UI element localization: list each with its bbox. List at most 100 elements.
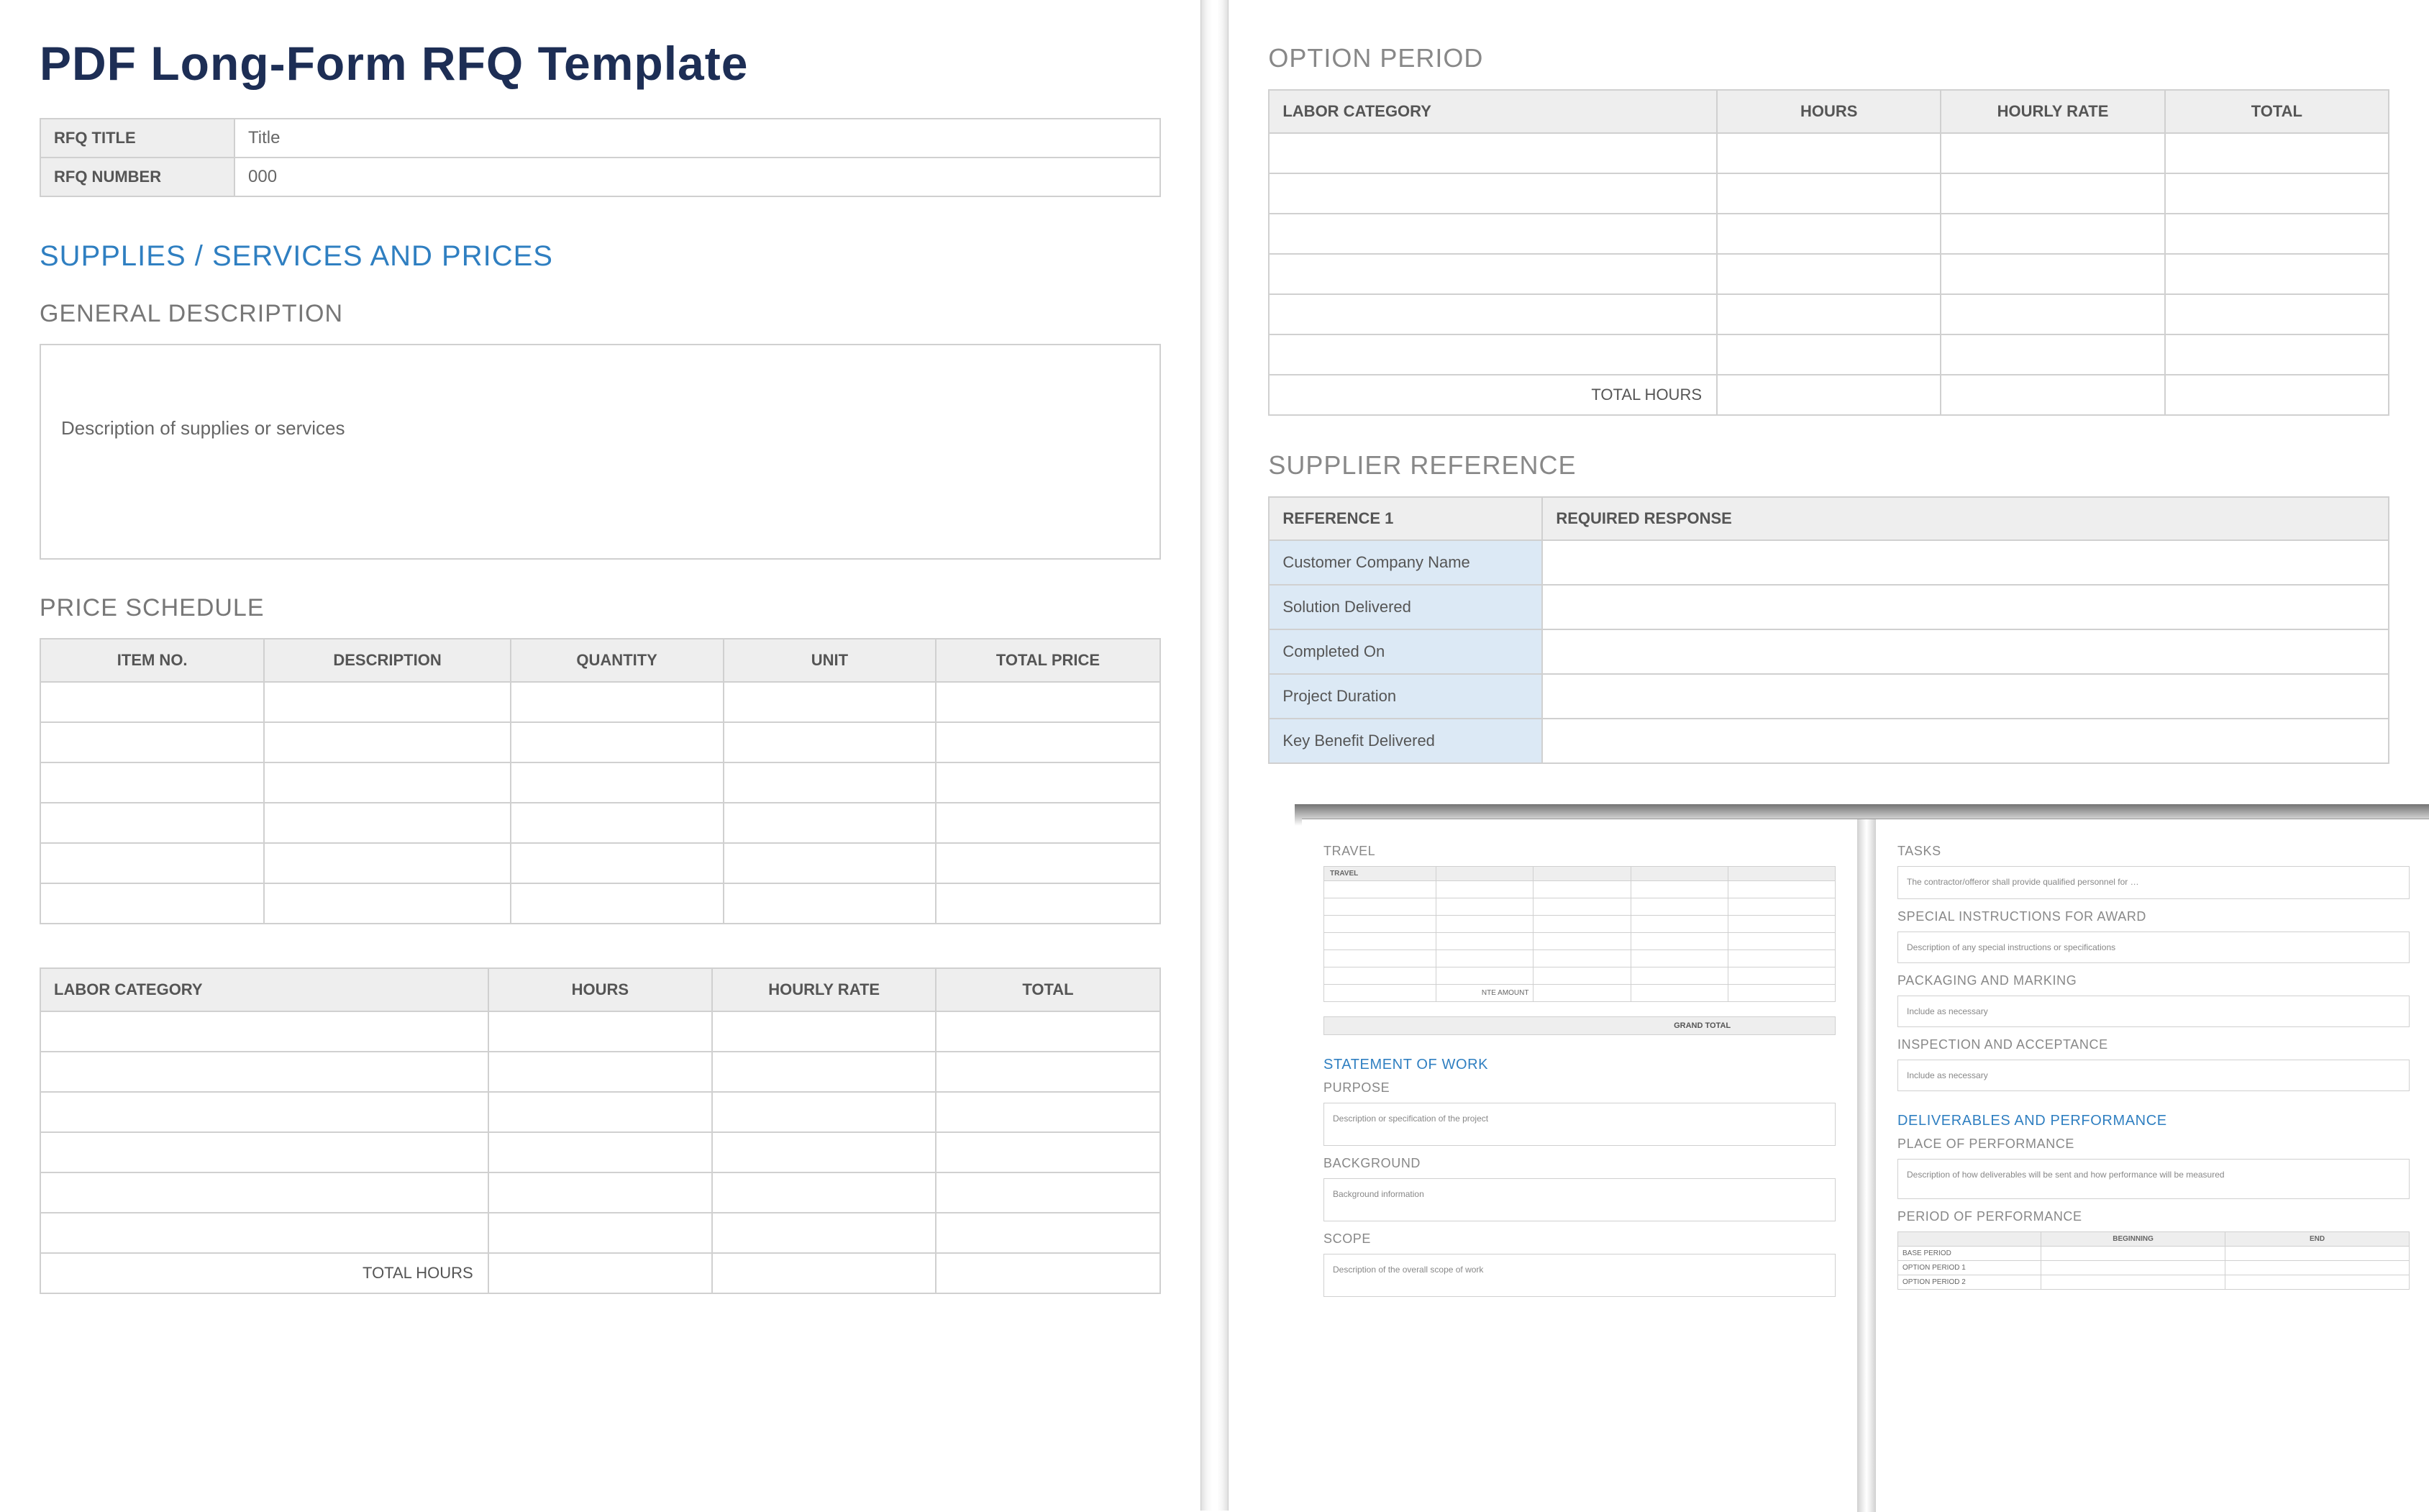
background-box[interactable]: Background information xyxy=(1323,1178,1836,1221)
table-row xyxy=(40,1172,1160,1213)
table-header-row: LABOR CATEGORY HOURS HOURLY RATE TOTAL xyxy=(40,968,1160,1011)
packaging-box[interactable]: Include as necessary xyxy=(1897,996,2410,1027)
grand-total-label: GRAND TOTAL xyxy=(1674,1021,1731,1030)
ref-header-1: REFERENCE 1 xyxy=(1269,497,1542,540)
table-row: Key Benefit Delivered xyxy=(1269,719,2389,763)
table-row xyxy=(1324,950,1836,967)
supplier-ref-table: REFERENCE 1 REQUIRED RESPONSE Customer C… xyxy=(1268,496,2389,764)
general-desc-head: GENERAL DESCRIPTION xyxy=(40,300,1161,328)
total-hours-label: TOTAL HOURS xyxy=(1269,375,1717,415)
labor-table-1: LABOR CATEGORY HOURS HOURLY RATE TOTAL T… xyxy=(40,967,1161,1294)
general-desc-box[interactable]: Description of supplies or services xyxy=(40,344,1161,560)
nte-label: NTE AMOUNT xyxy=(1436,985,1533,1002)
row-label: OPTION PERIOD 1 xyxy=(1898,1261,2041,1275)
table-row: OPTION PERIOD 2 xyxy=(1898,1275,2410,1290)
table-row: OPTION PERIOD 1 xyxy=(1898,1261,2410,1275)
option-labor-table: LABOR CATEGORY HOURS HOURLY RATE TOTAL T… xyxy=(1268,89,2389,416)
scope-text: Description of the overall scope of work xyxy=(1333,1265,1483,1275)
option-period-head: OPTION PERIOD xyxy=(1268,43,2389,73)
col-labor-category: LABOR CATEGORY xyxy=(40,968,488,1011)
ref-label: Project Duration xyxy=(1269,674,1542,719)
table-row xyxy=(1269,334,2389,375)
tasks-box[interactable]: The contractor/offeror shall provide qua… xyxy=(1897,866,2410,899)
purpose-box[interactable]: Description or specification of the proj… xyxy=(1323,1103,1836,1146)
nte-row: NTE AMOUNT xyxy=(1324,985,1836,1002)
place-head: PLACE OF PERFORMANCE xyxy=(1897,1137,2410,1152)
table-header-row: BEGINNING END xyxy=(1898,1232,2410,1247)
overlay-page-right: TASKS The contractor/offeror shall provi… xyxy=(1876,819,2429,1512)
supplies-section-head: SUPPLIES / SERVICES AND PRICES xyxy=(40,240,1161,273)
table-header-row: ITEM NO. DESCRIPTION QUANTITY UNIT TOTAL… xyxy=(40,639,1160,682)
table-row: Completed On xyxy=(1269,629,2389,674)
col-travel: TRAVEL xyxy=(1324,867,1436,881)
rfq-number-value[interactable]: 000 xyxy=(234,158,1160,196)
table-row xyxy=(1324,898,1836,916)
table-header-row: TRAVEL xyxy=(1324,867,1836,881)
total-hours-row: TOTAL HOURS xyxy=(1269,375,2389,415)
col-labor-category: LABOR CATEGORY xyxy=(1269,90,1717,133)
table-row: RFQ TITLE Title xyxy=(40,119,1160,158)
travel-head: TRAVEL xyxy=(1323,844,1836,859)
tasks-text: The contractor/offeror shall provide qua… xyxy=(1907,877,2139,887)
scope-box[interactable]: Description of the overall scope of work xyxy=(1323,1254,1836,1297)
rfq-title-value[interactable]: Title xyxy=(234,119,1160,158)
overlay-page-left: TRAVEL TRAVEL NTE AMOUNT GRAND TOTAL xyxy=(1302,819,1857,1512)
table-row xyxy=(40,803,1160,843)
packaging-head: PACKAGING AND MARKING xyxy=(1897,973,2410,988)
inspection-box[interactable]: Include as necessary xyxy=(1897,1060,2410,1091)
table-row: BASE PERIOD xyxy=(1898,1247,2410,1261)
table-row xyxy=(1269,294,2389,334)
rfq-title-label: RFQ TITLE xyxy=(40,119,234,158)
table-row xyxy=(40,722,1160,762)
total-hours-label: TOTAL HOURS xyxy=(40,1253,488,1293)
col-description: DESCRIPTION xyxy=(264,639,510,682)
col-hourly-rate: HOURLY RATE xyxy=(1941,90,2164,133)
col-item-no: ITEM NO. xyxy=(40,639,264,682)
table-row xyxy=(1324,881,1836,898)
table-row xyxy=(1269,254,2389,294)
inspection-head: INSPECTION AND ACCEPTANCE xyxy=(1897,1037,2410,1052)
col-total: TOTAL xyxy=(936,968,1159,1011)
col-total-price: TOTAL PRICE xyxy=(936,639,1159,682)
packaging-text: Include as necessary xyxy=(1907,1006,1988,1016)
table-row: Solution Delivered xyxy=(1269,585,2389,629)
table-row xyxy=(1324,967,1836,985)
table-row xyxy=(1269,173,2389,214)
place-box[interactable]: Description of how deliverables will be … xyxy=(1897,1159,2410,1199)
special-box[interactable]: Description of any special instructions … xyxy=(1897,932,2410,963)
rfq-info-table: RFQ TITLE Title RFQ NUMBER 000 xyxy=(40,118,1161,197)
col-unit: UNIT xyxy=(724,639,936,682)
place-text: Description of how deliverables will be … xyxy=(1907,1170,2225,1180)
col-hours: HOURS xyxy=(488,968,712,1011)
ref-header-2: REQUIRED RESPONSE xyxy=(1542,497,2389,540)
table-row xyxy=(40,682,1160,722)
purpose-head: PURPOSE xyxy=(1323,1080,1836,1096)
ref-label: Solution Delivered xyxy=(1269,585,1542,629)
table-row xyxy=(40,1011,1160,1052)
col-end: END xyxy=(2225,1232,2410,1247)
price-schedule-head: PRICE SCHEDULE xyxy=(40,594,1161,622)
purpose-text: Description or specification of the proj… xyxy=(1333,1113,1488,1124)
grand-total-row: GRAND TOTAL xyxy=(1323,1016,1836,1035)
ref-label: Key Benefit Delivered xyxy=(1269,719,1542,763)
ref-label: Customer Company Name xyxy=(1269,540,1542,585)
special-text: Description of any special instructions … xyxy=(1907,942,2115,952)
table-row xyxy=(1269,214,2389,254)
period-head: PERIOD OF PERFORMANCE xyxy=(1897,1209,2410,1224)
table-row xyxy=(1269,133,2389,173)
scope-head: SCOPE xyxy=(1323,1231,1836,1247)
doc-title: PDF Long-Form RFQ Template xyxy=(40,36,1161,91)
table-row: Customer Company Name xyxy=(1269,540,2389,585)
page-gutter xyxy=(1200,0,1229,1511)
ref-label: Completed On xyxy=(1269,629,1542,674)
table-header-row: REFERENCE 1 REQUIRED RESPONSE xyxy=(1269,497,2389,540)
col-beginning: BEGINNING xyxy=(2041,1232,2225,1247)
col-hours: HOURS xyxy=(1717,90,1941,133)
table-row xyxy=(40,1132,1160,1172)
col-quantity: QUANTITY xyxy=(511,639,724,682)
col-hourly-rate: HOURLY RATE xyxy=(712,968,936,1011)
row-label: OPTION PERIOD 2 xyxy=(1898,1275,2041,1290)
deliverables-head: DELIVERABLES AND PERFORMANCE xyxy=(1897,1113,2410,1129)
general-desc-text: Description of supplies or services xyxy=(61,417,345,439)
overlay-gutter xyxy=(1857,819,1876,1512)
